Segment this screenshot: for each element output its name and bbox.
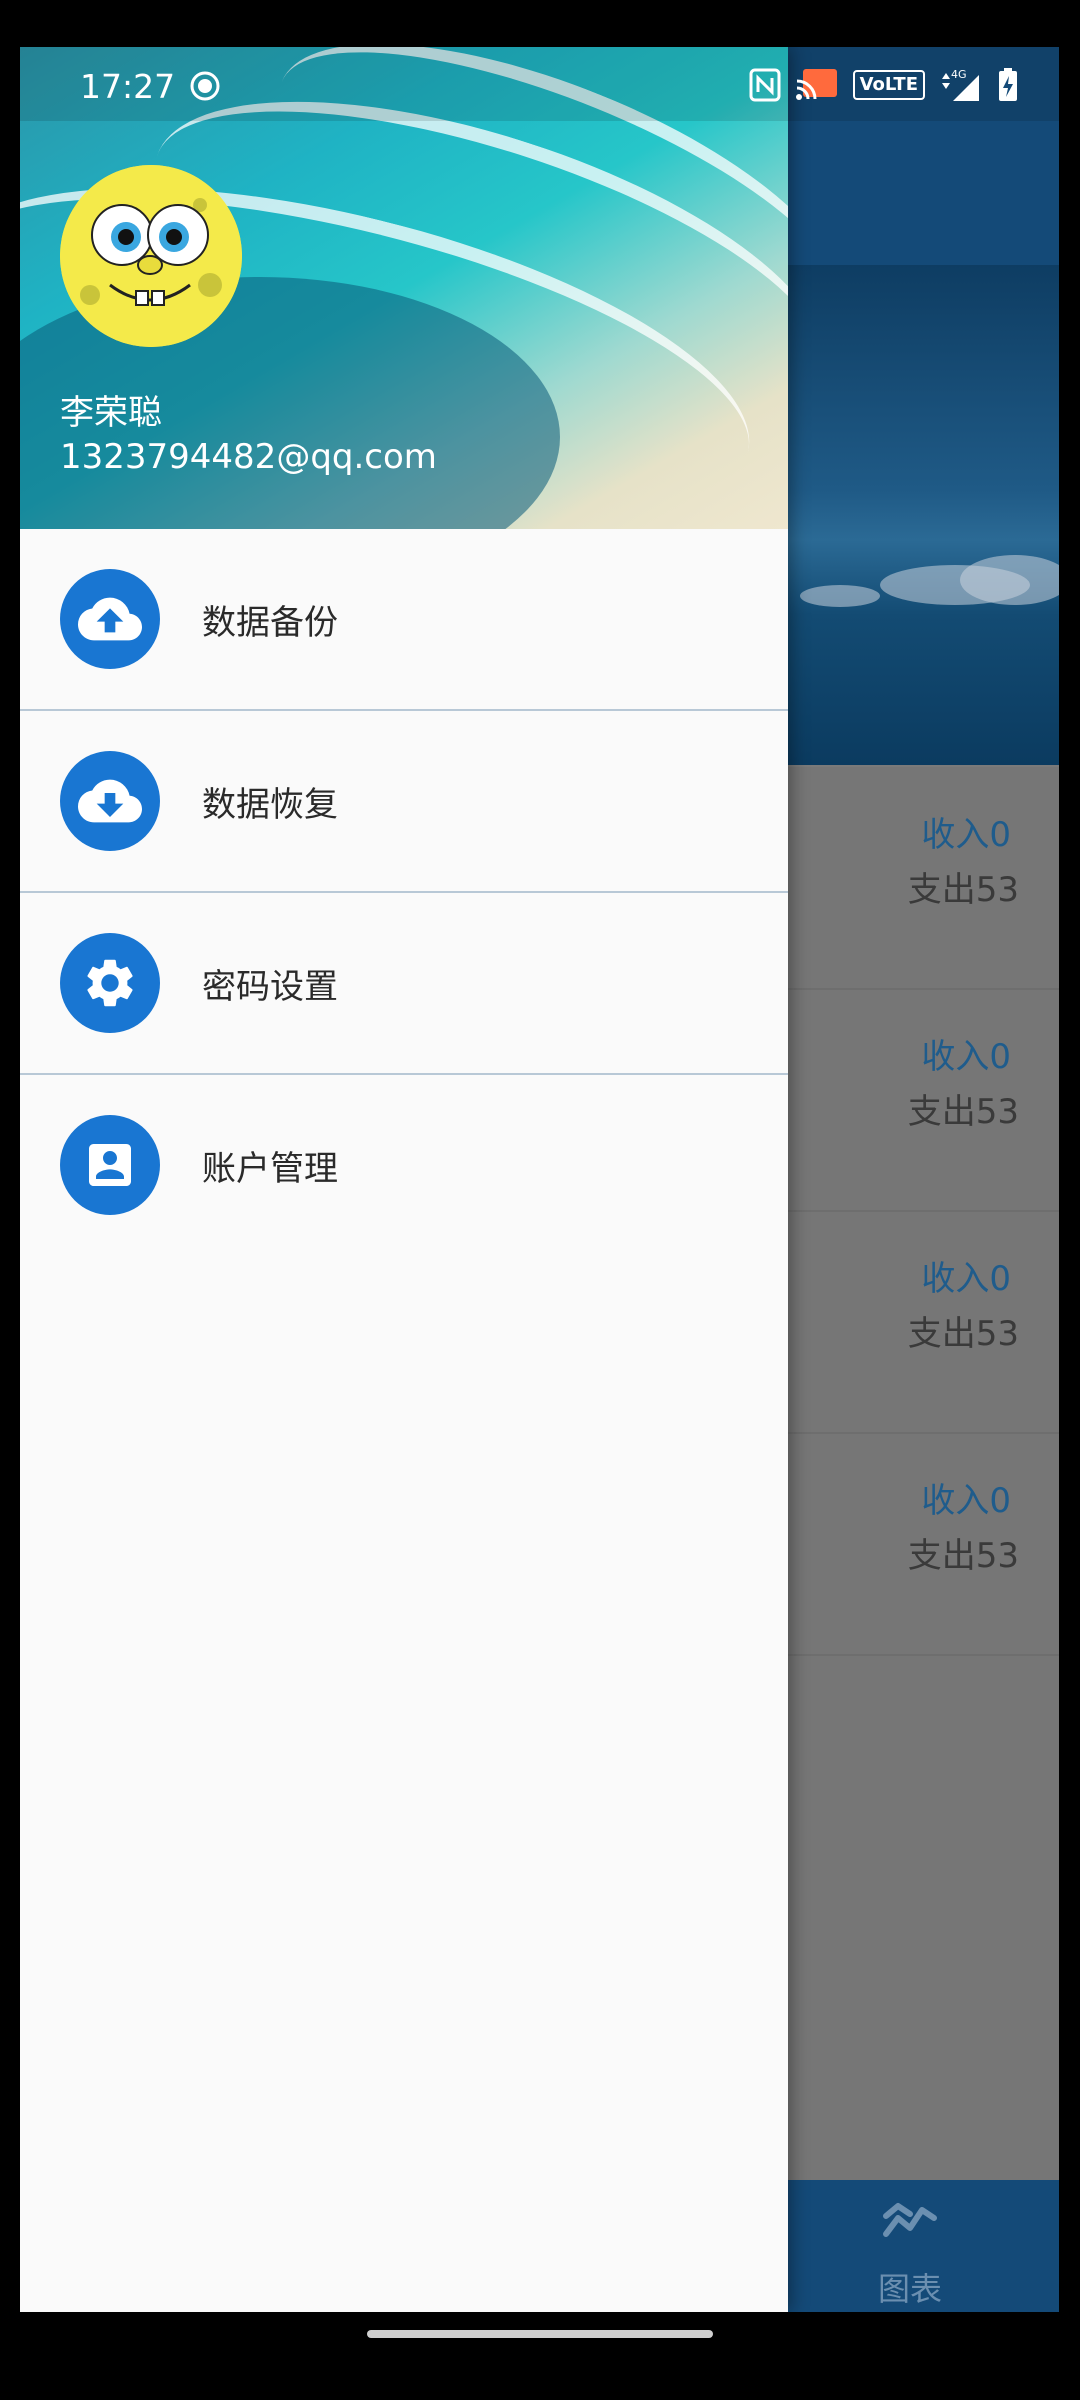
account-box-icon — [60, 1115, 160, 1215]
menu-item-data-restore[interactable]: 数据恢复 — [20, 711, 788, 893]
status-icons: VoLTE 4G — [749, 65, 1019, 105]
app-screen: 收入0 支出53 收入0 支出53 收入0 支出53 收入0 支出53 图表 李… — [20, 47, 1059, 2312]
spongebob-avatar-icon — [60, 165, 242, 347]
menu-item-account-management[interactable]: 账户管理 — [20, 1075, 788, 1255]
gear-icon — [60, 933, 160, 1033]
menu-item-label: 账户管理 — [202, 1149, 338, 1189]
income-text: 收入0 — [921, 1481, 1011, 1521]
expense-text: 支出53 — [907, 1314, 1019, 1354]
signal-icon: 4G — [942, 68, 979, 101]
status-time: 17:27 — [80, 67, 176, 106]
trending-icon — [883, 2203, 937, 2237]
user-name: 李荣聪 — [60, 393, 162, 433]
menu-item-label: 密码设置 — [202, 967, 338, 1007]
cast-icon — [795, 69, 837, 100]
income-text: 收入0 — [921, 1037, 1011, 1077]
menu-item-password-settings[interactable]: 密码设置 — [20, 893, 788, 1075]
income-text: 收入0 — [921, 815, 1011, 855]
expense-text: 支出53 — [907, 1092, 1019, 1132]
menu-item-label: 数据恢复 — [202, 785, 338, 825]
battery-charging-icon — [999, 68, 1017, 101]
menu-item-label: 数据备份 — [202, 603, 338, 643]
svg-text:4G: 4G — [951, 68, 967, 81]
expense-text: 支出53 — [907, 870, 1019, 910]
menu-item-data-backup[interactable]: 数据备份 — [20, 529, 788, 711]
expense-text: 支出53 — [907, 1536, 1019, 1576]
user-email: 1323794482@qq.com — [60, 437, 437, 477]
volte-badge: VoLTE — [852, 70, 925, 100]
drawer-menu: 数据备份 数据恢复 密码设置 账户管理 — [20, 529, 788, 1255]
home-indicator[interactable] — [367, 2330, 713, 2338]
status-bar: 17:27 VoLTE 4G — [20, 47, 1059, 121]
cloud-upload-icon — [60, 569, 160, 669]
income-text: 收入0 — [921, 1259, 1011, 1299]
navigation-drawer: 李荣聪 1323794482@qq.com 数据备份 数据恢复 密码设置 账户管… — [20, 47, 788, 2312]
nav-item-chart[interactable]: 图表 — [840, 2180, 980, 2312]
user-avatar[interactable] — [60, 165, 242, 347]
recording-icon — [190, 71, 220, 101]
nav-chart-label: 图表 — [877, 2270, 942, 2308]
nfc-icon — [749, 68, 781, 102]
cloud-download-icon — [60, 751, 160, 851]
